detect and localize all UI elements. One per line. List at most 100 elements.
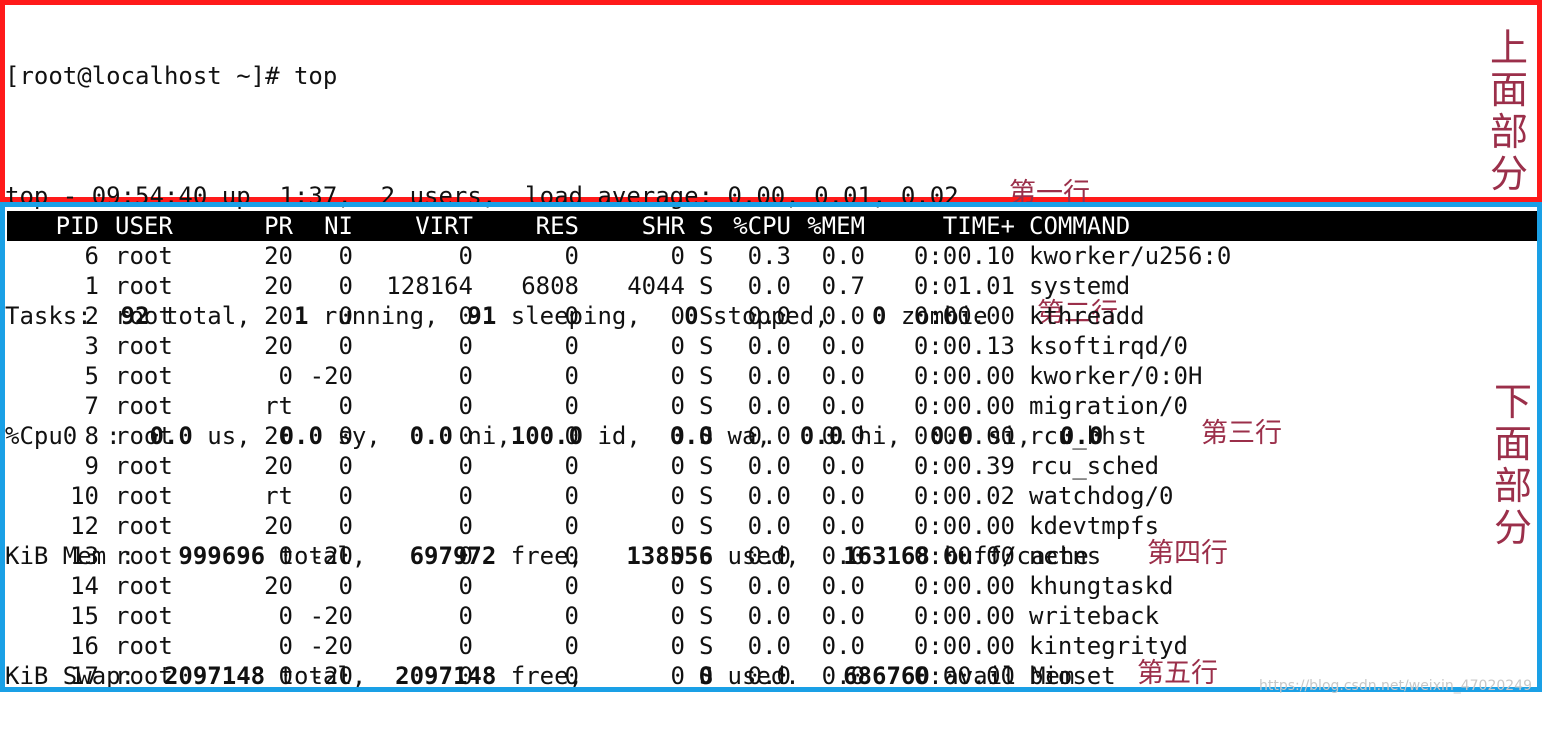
cell-shr: 0	[670, 542, 685, 570]
cell-time: 0:00.00	[913, 302, 1015, 330]
cell-cpu: 0.0	[747, 602, 791, 630]
cell-command: rcu_sched	[1029, 452, 1160, 480]
cell-command: kthreadd	[1029, 302, 1145, 330]
cell-s: S	[699, 422, 714, 450]
cell-ni: 0	[338, 452, 353, 480]
cell-pid: 2	[84, 302, 99, 330]
cell-command: kworker/0:0H	[1029, 362, 1203, 390]
cell-ni: 0	[338, 572, 353, 600]
cell-pr: 20	[264, 572, 293, 600]
cell-user: root	[115, 482, 173, 510]
cell-shr: 0	[670, 602, 685, 630]
cell-mem: 0.0	[821, 662, 865, 690]
cell-res: 0	[564, 572, 579, 600]
cell-pid: 3	[84, 332, 99, 360]
cell-virt: 0	[458, 362, 473, 390]
cell-pid: 15	[70, 602, 99, 630]
cell-virt: 0	[458, 512, 473, 540]
table-row: 15 root 0 -20 0 0 0 S 0.0 0.0 0:00.00 writeback	[7, 601, 1537, 631]
cell-command: kintegrityd	[1029, 632, 1188, 660]
cell-command: kdevtmpfs	[1029, 512, 1160, 540]
cell-ni: 0	[338, 422, 353, 450]
cell-mem: 0.0	[821, 512, 865, 540]
cell-pr: 0	[278, 632, 293, 660]
table-row: 12 root 20 0 0 0 0 S 0.0 0.0 0:00.00 kdevtmpfs	[7, 511, 1537, 541]
cell-user: root	[115, 392, 173, 420]
cell-res: 0	[564, 362, 579, 390]
top-label-char: 面	[1489, 68, 1528, 112]
cell-time: 0:00.00	[913, 512, 1015, 540]
cell-command: netns	[1029, 542, 1102, 570]
cell-virt: 0	[458, 572, 473, 600]
top-label-char: 上	[1489, 26, 1528, 70]
process-table-section: PID USER PR NI VIRT RES SHR S %CPU %MEM …	[0, 202, 1542, 692]
top-label-char: 部	[1489, 110, 1528, 154]
cell-command: kworker/u256:0	[1029, 242, 1232, 270]
cell-ni: -20	[309, 362, 353, 390]
cell-time: 0:00.39	[913, 452, 1015, 480]
cell-pr: 20	[264, 272, 293, 300]
cell-res: 0	[564, 602, 579, 630]
cell-mem: 0.0	[821, 602, 865, 630]
cell-res: 0	[564, 302, 579, 330]
cell-virt: 0	[458, 662, 473, 690]
cell-pr: 20	[264, 422, 293, 450]
cell-shr: 0	[670, 302, 685, 330]
cell-pid: 5	[84, 362, 99, 390]
cell-virt: 128164	[386, 272, 473, 300]
cell-pr: 20	[264, 452, 293, 480]
cell-pr: 0	[278, 662, 293, 690]
table-row: 14 root 20 0 0 0 0 S 0.0 0.0 0:00.00 khungtaskd	[7, 571, 1537, 601]
cell-mem: 0.0	[821, 572, 865, 600]
top-label-char: 分	[1489, 152, 1528, 196]
cell-pid: 9	[84, 452, 99, 480]
cell-virt: 0	[458, 632, 473, 660]
cell-ni: -20	[309, 542, 353, 570]
bottom-section-label: 下 面 部 分	[1491, 381, 1535, 549]
cell-pid: 12	[70, 512, 99, 540]
cell-user: root	[115, 362, 173, 390]
cell-pid: 1	[84, 272, 99, 300]
cell-ni: 0	[338, 512, 353, 540]
cell-pr: 20	[264, 302, 293, 330]
bottom-label-char: 面	[1493, 422, 1532, 466]
cell-s: S	[699, 662, 714, 690]
cell-mem: 0.7	[821, 272, 865, 300]
cell-ni: 0	[338, 242, 353, 270]
table-row: 1 root 20 0 128164 6808 4044 S 0.0 0.7 0:01.01 syst…	[7, 271, 1537, 301]
cell-shr: 0	[670, 662, 685, 690]
cell-command: khungtaskd	[1029, 572, 1174, 600]
cell-cpu: 0.0	[747, 422, 791, 450]
cell-pid: 17	[70, 662, 99, 690]
cell-shr: 0	[670, 242, 685, 270]
cell-shr: 0	[670, 362, 685, 390]
cell-pr: 0	[278, 602, 293, 630]
cell-command: watchdog/0	[1029, 482, 1174, 510]
cell-cpu: 0.0	[747, 512, 791, 540]
process-rows: 6 root 20 0 0 0 0 S 0.3 0.0 0:00.10 kworker/u256:0 1…	[7, 241, 1537, 691]
cell-pr: rt	[264, 482, 293, 510]
cell-s: S	[699, 572, 714, 600]
bottom-label-char: 下	[1493, 380, 1532, 424]
cell-time: 0:00.10	[913, 242, 1015, 270]
cell-shr: 0	[670, 422, 685, 450]
header-cpu: %CPU	[733, 212, 791, 240]
cell-pid: 6	[84, 242, 99, 270]
cell-res: 0	[564, 512, 579, 540]
top-section-label: 上 面 部 分	[1487, 27, 1531, 195]
cell-time: 0:00.13	[913, 332, 1015, 360]
bottom-label-char: 部	[1493, 464, 1532, 508]
cell-user: root	[115, 332, 173, 360]
header-s: S	[699, 212, 714, 240]
bottom-label-char: 分	[1493, 506, 1532, 550]
cell-shr: 4044	[627, 272, 685, 300]
cell-s: S	[699, 302, 714, 330]
cell-s: S	[699, 632, 714, 660]
cell-pid: 16	[70, 632, 99, 660]
cell-virt: 0	[458, 332, 473, 360]
cell-ni: -20	[309, 602, 353, 630]
cell-virt: 0	[458, 482, 473, 510]
header-virt: VIRT	[415, 212, 473, 240]
cell-time: 0:00.00	[913, 632, 1015, 660]
cell-command: writeback	[1029, 602, 1160, 630]
